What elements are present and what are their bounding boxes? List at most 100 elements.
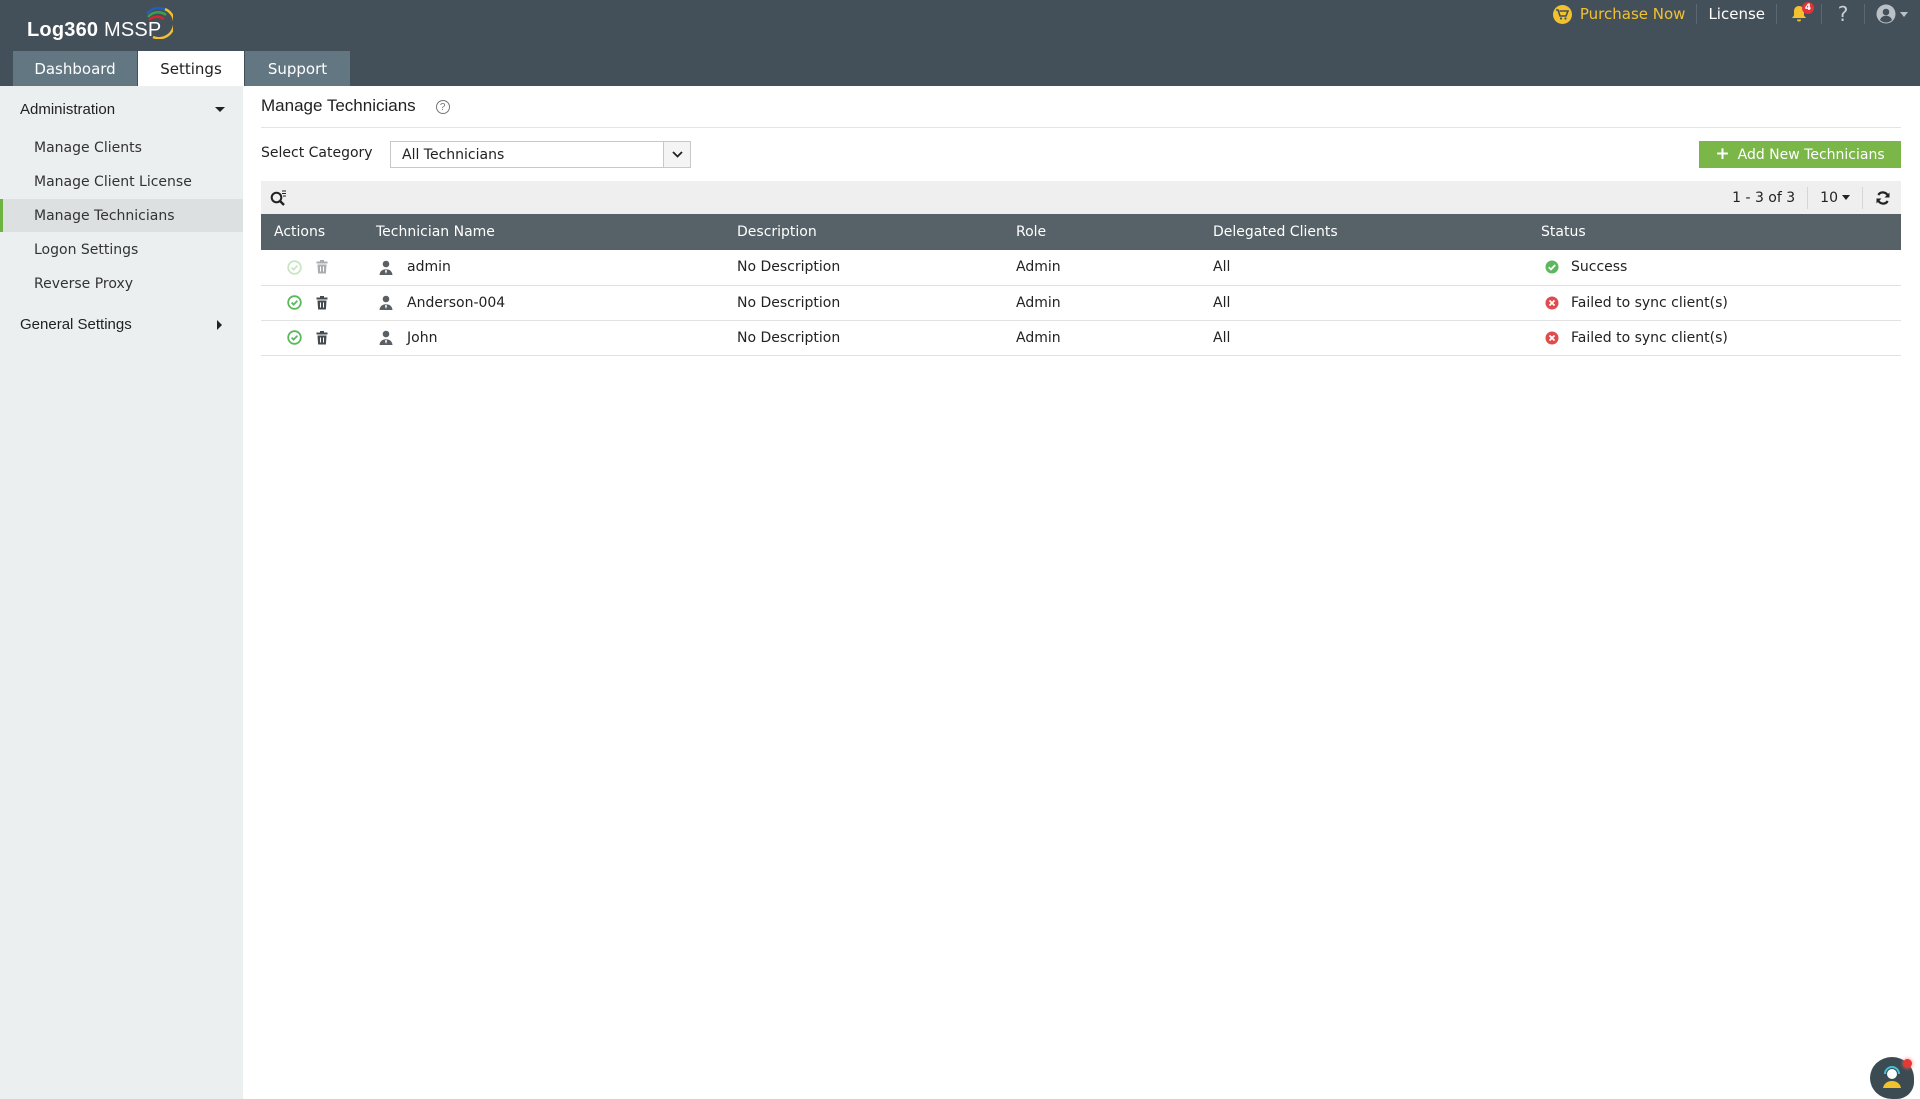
chevron-down-icon [663,142,690,167]
table-row: admin No Description Admin All Success [261,250,1901,286]
delete-trash-icon[interactable] [316,260,328,274]
user-menu[interactable] [1876,4,1908,24]
status-cell: Success [1541,250,1901,286]
sidebar-item-manage-clients[interactable]: Manage Clients [0,131,243,164]
delete-trash-icon[interactable] [316,295,328,310]
caret-down-icon [1842,195,1850,200]
help-circle-icon[interactable]: ? [435,100,450,114]
page-title: Manage Technicians ? [261,96,450,116]
add-new-technicians-label: Add New Technicians [1737,146,1885,163]
user-icon [379,295,393,310]
pagination: 1 - 3 of 3 10 [1732,186,1901,209]
technician-name-cell: Anderson-004 [376,285,737,321]
actions-cell [261,250,376,286]
actions-cell [261,285,376,321]
sidebar-group-general-settings[interactable]: General Settings [20,316,225,333]
license-link[interactable]: License [1708,5,1765,23]
table-toolbar: 1 - 3 of 3 10 [261,181,1901,214]
title-divider [261,127,1901,128]
user-icon [379,330,393,345]
purchase-now-label: Purchase Now [1579,5,1686,23]
success-check-icon [1545,260,1559,274]
divider [1807,186,1809,209]
divider [1776,4,1777,24]
sidebar-item-reverse-proxy[interactable]: Reverse Proxy [0,267,243,300]
header-actions: Purchase Now License 4 ? [1552,0,1920,28]
status-text: Failed to sync client(s) [1571,294,1728,311]
tab-settings[interactable]: Settings [138,51,244,86]
column-header-role[interactable]: Role [1016,214,1213,250]
app-logo[interactable]: Log360 MSSP [27,5,173,43]
category-select[interactable]: All Technicians [390,141,691,168]
delete-trash-icon[interactable] [316,330,328,345]
caret-down-icon [215,107,225,112]
table-row: Anderson-004 No Description Admin All Failed… [261,285,1901,321]
description-cell: No Description [737,320,1016,356]
technician-name-cell: admin [376,250,737,286]
delegated-clients-cell: All [1213,285,1541,321]
help-button[interactable]: ? [1833,2,1853,26]
category-select-value: All Technicians [402,146,505,163]
activate-check-icon[interactable] [287,295,302,310]
sidebar-item-logon-settings[interactable]: Logon Settings [0,233,243,266]
pagination-range: 1 - 3 of 3 [1732,189,1796,206]
sidebar-group-administration[interactable]: Administration [20,101,225,118]
logo-text-bold: Log360 [27,19,99,41]
per-page-select[interactable]: 10 [1820,190,1850,206]
technician-name[interactable]: admin [407,259,451,275]
caret-right-icon [217,319,222,330]
role-cell: Admin [1016,320,1213,356]
chat-notification-dot [1903,1059,1912,1068]
technicians-table: Actions Technician Name Description Role… [261,214,1901,356]
technician-name[interactable]: John [407,330,437,346]
technician-name-cell: John [376,320,737,356]
status-text: Failed to sync client(s) [1571,329,1728,346]
add-new-technicians-button[interactable]: + Add New Technicians [1699,141,1901,168]
activate-check-icon[interactable] [287,260,302,275]
chat-support-button[interactable] [1870,1057,1914,1099]
chevron-down-icon [1900,11,1908,17]
sidebar-group-label: Administration [20,101,116,118]
activate-check-icon[interactable] [287,330,302,345]
notifications-button[interactable]: 4 [1788,2,1814,25]
description-cell: No Description [737,250,1016,286]
role-cell: Admin [1016,285,1213,321]
cart-icon [1552,4,1572,24]
column-header-description[interactable]: Description [737,214,1016,250]
error-x-icon [1545,331,1559,345]
logo-arc-icon [146,6,173,39]
page-title-text: Manage Technicians [261,96,416,115]
sidebar-item-manage-technicians[interactable]: Manage Technicians [0,199,243,232]
main-tabs: Dashboard Settings Support [13,51,350,86]
sidebar-group-label: General Settings [20,316,132,333]
column-header-status[interactable]: Status [1541,214,1901,250]
technician-name[interactable]: Anderson-004 [407,295,505,311]
table-row: John No Description Admin All Failed to sync… [261,320,1901,356]
delegated-clients-cell: All [1213,250,1541,286]
search-icon[interactable] [270,190,287,206]
column-header-technician-name[interactable]: Technician Name [376,214,737,250]
role-cell: Admin [1016,250,1213,286]
purchase-now-link[interactable]: Purchase Now [1552,4,1686,24]
notification-count-badge: 4 [1802,2,1814,14]
column-header-delegated-clients[interactable]: Delegated Clients [1213,214,1541,250]
refresh-icon[interactable] [1875,190,1891,206]
column-header-actions: Actions [261,214,376,250]
table-header-row: Actions Technician Name Description Role… [261,214,1901,250]
status-text: Success [1571,259,1628,276]
user-circle-icon [1876,4,1896,24]
top-header: Log360 MSSP Dashboard Settings Support P… [0,0,1920,86]
status-cell: Failed to sync client(s) [1541,285,1901,321]
divider [1821,4,1822,24]
user-icon [379,260,393,275]
tab-dashboard[interactable]: Dashboard [13,51,137,86]
plus-icon: + [1715,144,1730,164]
divider [1864,4,1865,24]
divider [1862,186,1863,209]
actions-cell [261,320,376,356]
divider [1696,4,1698,24]
sidebar-item-manage-client-license[interactable]: Manage Client License [0,165,243,198]
tab-support[interactable]: Support [245,51,350,86]
sidebar: Administration Manage Clients Manage Cli… [0,86,243,1099]
status-cell: Failed to sync client(s) [1541,320,1901,356]
